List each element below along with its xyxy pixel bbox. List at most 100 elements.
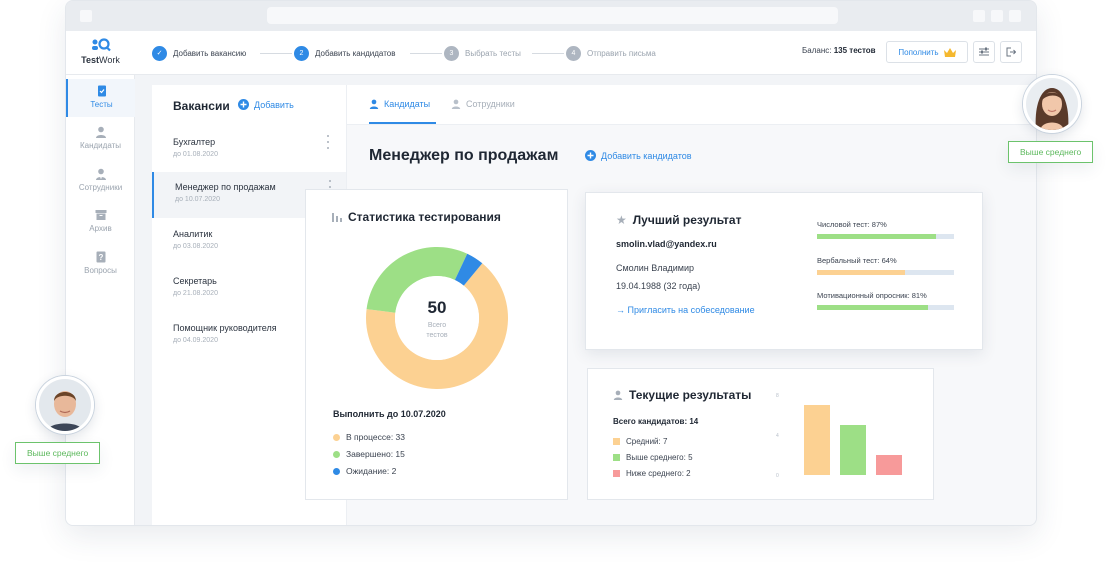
- man-photo-icon: [39, 379, 91, 431]
- step-label: Отправить письма: [587, 48, 656, 58]
- bar-2: [876, 455, 902, 475]
- legend-square: [613, 454, 620, 461]
- score-numeric: Числовой тест: 87%: [817, 220, 954, 239]
- step-send-letters[interactable]: 4 Отправить письма: [566, 45, 656, 61]
- topup-label: Пополнить: [898, 47, 939, 57]
- step-divider: [532, 53, 564, 54]
- tab-label: Кандидаты: [384, 99, 431, 109]
- user-icon: [95, 126, 106, 138]
- logout-button[interactable]: [1000, 41, 1022, 63]
- score-motivation: Мотивационный опросник: 81%: [817, 291, 954, 310]
- score-fill: [817, 270, 905, 275]
- above-average-badge: Выше среднего: [15, 442, 101, 464]
- donut-caption: тестов: [426, 332, 448, 339]
- step-choose-tests[interactable]: 3 Выбрать тесты: [444, 45, 521, 61]
- step-label: Добавить кандидатов: [315, 48, 396, 58]
- browser-chrome: [66, 1, 1036, 31]
- candidate-email: smolin.vlad@yandex.ru: [616, 239, 717, 249]
- legend-square: [613, 470, 620, 477]
- step-add-candidates[interactable]: 2 Добавить кандидатов: [294, 45, 395, 61]
- legend-label: Ожидание: 2: [346, 466, 397, 476]
- plus-circle-icon: [585, 150, 596, 161]
- y-tick-label: 8: [776, 393, 779, 399]
- bar-1: [840, 425, 866, 475]
- legend-label: В процессе: 33: [346, 432, 405, 442]
- sidebar-item-questions[interactable]: ? Вопросы: [66, 245, 135, 283]
- candidate-dob: 19.04.1988 (32 года): [616, 281, 701, 291]
- legend-square: [613, 438, 620, 445]
- logo-text-main: Test: [81, 55, 99, 65]
- donut-total: 50: [428, 298, 447, 317]
- vacancy-date: до 01.08.2020: [173, 151, 218, 158]
- step-label: Добавить вакансию: [173, 48, 247, 58]
- logo-mark-icon: [92, 38, 111, 52]
- more-icon[interactable]: [326, 135, 330, 149]
- sidebar-item-label: Кандидаты: [79, 141, 122, 150]
- window-control: [973, 10, 985, 22]
- user-icon: [613, 390, 623, 400]
- add-vacancy-label: Добавить: [254, 99, 294, 110]
- legend-label: Ниже среднего: 2: [626, 469, 691, 478]
- step-divider: [410, 53, 442, 54]
- legend-above-average: Выше среднего: 5: [613, 453, 693, 462]
- question-icon: ?: [96, 251, 105, 263]
- sidebar-item-candidates[interactable]: Кандидаты: [66, 120, 135, 158]
- window-control: [1009, 10, 1021, 22]
- legend-dot: [333, 450, 340, 458]
- add-candidates-label: Добавить кандидатов: [601, 150, 692, 161]
- logout-icon: [1006, 47, 1016, 57]
- donut-chart: 50 Всего тестов: [366, 247, 508, 389]
- logo-text-sub: Work: [99, 55, 120, 65]
- tab-employees[interactable]: Сотрудники: [451, 99, 515, 109]
- step-add-vacancy[interactable]: ✓ Добавить вакансию: [152, 45, 246, 61]
- tab-candidates[interactable]: Кандидаты: [369, 99, 430, 109]
- score-verbal: Вербальный тест: 64%: [817, 256, 954, 275]
- settings-button[interactable]: [973, 41, 995, 63]
- vacancies-title: Вакансии: [173, 99, 230, 113]
- total-candidates: Всего кандидатов: 14: [613, 417, 699, 426]
- score-track: [817, 270, 954, 275]
- legend-label: Завершено: 15: [346, 449, 405, 459]
- sliders-icon: [979, 47, 989, 56]
- step-number: 3: [444, 45, 459, 61]
- add-vacancy-button[interactable]: Добавить: [238, 99, 294, 110]
- sidebar-item-label: Тесты: [90, 100, 113, 109]
- user-icon: [369, 99, 379, 109]
- topup-button[interactable]: Пополнить: [886, 41, 968, 63]
- sidebar-item-archive[interactable]: Архив: [66, 203, 135, 241]
- candidate-avatar-male: [36, 376, 94, 434]
- woman-photo-icon: [1026, 78, 1078, 130]
- step-number: 2: [294, 45, 309, 61]
- sidebar-item-tests[interactable]: Тесты: [66, 79, 135, 117]
- score-fill: [817, 234, 937, 239]
- score-label: Мотивационный опросник: 81%: [817, 291, 927, 300]
- step-label: Выбрать тесты: [465, 48, 521, 58]
- legend-dot: [333, 433, 340, 441]
- plus-circle-icon: [238, 99, 249, 110]
- best-result-title-text: Лучший результат: [632, 213, 742, 227]
- sidebar-item-label: Сотрудники: [78, 183, 123, 192]
- star-icon: ★: [616, 213, 627, 227]
- above-average-badge: Выше среднего: [1008, 141, 1094, 163]
- legend-dot: [333, 467, 340, 475]
- y-tick-label: 0: [776, 473, 779, 479]
- window-control: [80, 10, 92, 22]
- active-tab-indicator: [369, 122, 436, 124]
- legend-waiting: Ожидание: 2: [333, 466, 396, 476]
- logo[interactable]: TestWork: [66, 31, 135, 75]
- current-results-title: Текущие результаты: [613, 388, 751, 402]
- invite-interview-link[interactable]: → Пригласить на собеседование: [616, 305, 755, 315]
- add-candidates-button[interactable]: Добавить кандидатов: [585, 150, 692, 161]
- vacancy-name: Помощник руководителя: [173, 323, 277, 333]
- tab-label: Сотрудники: [466, 99, 515, 109]
- window-control: [991, 10, 1003, 22]
- bar-0: [804, 405, 830, 475]
- top-bar: TestWork ✓ Добавить вакансию 2 Добавить …: [66, 31, 1036, 75]
- stats-title-text: Статистика тестирования: [348, 210, 501, 224]
- sidebar-item-employees[interactable]: Сотрудники: [66, 162, 135, 200]
- vacancy-item[interactable]: Бухгалтер до 01.08.2020: [152, 127, 346, 173]
- step-divider: [260, 53, 292, 54]
- best-result-title: ★ Лучший результат: [616, 213, 741, 227]
- address-bar[interactable]: [267, 7, 838, 24]
- page-title: Менеджер по продажам: [369, 147, 559, 164]
